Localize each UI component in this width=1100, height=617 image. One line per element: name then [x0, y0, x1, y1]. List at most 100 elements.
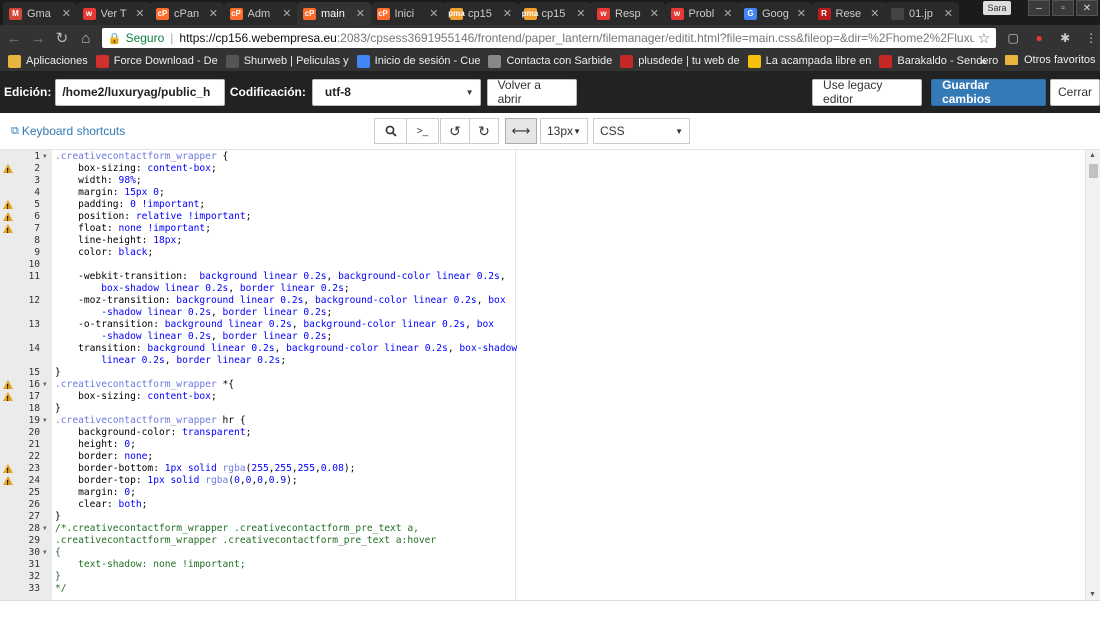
keyboard-shortcuts-link[interactable]: ⧉ Keyboard shortcuts: [11, 124, 125, 138]
bookmark-item[interactable]: Shurweb | Peliculas y: [225, 54, 349, 68]
scroll-down-icon[interactable]: ▼: [1089, 591, 1096, 598]
code-text: clear: both;: [55, 499, 148, 510]
code-text: /*.creativecontactform_wrapper .creative…: [55, 523, 419, 534]
maximize-button[interactable]: ▫: [1052, 0, 1074, 16]
code-line: -shadow linear 0.2s, border linear 0.2s;: [0, 331, 1085, 343]
profile-chip[interactable]: Sara: [983, 1, 1011, 15]
code-line: 31 text-shadow: none !important;: [0, 559, 1085, 571]
lock-icon: 🔒: [107, 32, 122, 45]
secure-label: Seguro: [125, 31, 165, 45]
browser-tab-label: Probl: [688, 7, 715, 20]
code-text: .creativecontactform_wrapper .creativeco…: [55, 535, 437, 546]
code-editor[interactable]: 1▼.creativecontactform_wrapper {2 box-si…: [0, 150, 1100, 600]
code-text: line-height: 18px;: [55, 235, 183, 246]
wrap-toggle-button[interactable]: ⟷: [505, 118, 537, 144]
file-path-field[interactable]: /home2/luxuryag/public_h: [55, 78, 225, 106]
browser-tab[interactable]: w Resp ✕: [591, 2, 665, 25]
syntax-mode-select[interactable]: CSS ▼: [593, 118, 690, 144]
forward-icon[interactable]: →: [28, 28, 48, 48]
close-icon[interactable]: ✕: [576, 7, 585, 20]
browser-tab[interactable]: R Rese ✕: [811, 2, 886, 25]
code-line: 30 ▼ {: [0, 547, 1085, 559]
line-number: 15: [28, 367, 40, 378]
browser-tab[interactable]: 01.jp ✕: [885, 2, 959, 25]
opera-extension-icon[interactable]: ●: [1030, 29, 1048, 47]
bookmark-item[interactable]: plusdede | tu web de: [620, 54, 740, 68]
window-controls: – ▫ ✕: [1028, 0, 1098, 16]
save-changes-button[interactable]: Guardar cambios: [931, 78, 1046, 106]
search-button[interactable]: [374, 118, 407, 144]
browser-tab[interactable]: G Goog ✕: [738, 2, 812, 25]
edit-path-label: Edición:: [4, 85, 52, 99]
bookmark-star-icon[interactable]: ☆: [978, 30, 991, 47]
close-icon[interactable]: ✕: [870, 7, 879, 20]
browser-tab[interactable]: w Probl ✕: [664, 2, 739, 25]
browser-tab[interactable]: cP main ✕: [297, 2, 371, 25]
bookmarks-overflow-button[interactable]: »: [980, 54, 987, 68]
close-icon[interactable]: ✕: [723, 7, 732, 20]
browser-tab[interactable]: cP cPan ✕: [150, 2, 224, 25]
bookmark-item[interactable]: Contacta con Sarbide: [488, 54, 612, 68]
home-icon[interactable]: ⌂: [76, 28, 96, 48]
close-icon[interactable]: ✕: [62, 7, 71, 20]
puzzle-extension-icon[interactable]: ✱: [1056, 29, 1074, 47]
bookmark-item[interactable]: La acampada libre en: [747, 54, 871, 68]
browser-tab[interactable]: M Gma ✕: [3, 2, 77, 25]
code-line: 32}: [0, 571, 1085, 583]
browser-tab[interactable]: pma cp15 ✕: [517, 2, 592, 25]
bookmark-item[interactable]: Force Download - De: [95, 54, 218, 68]
browser-tab[interactable]: pma cp15 ✕: [444, 2, 518, 25]
encoding-label: Codificación:: [229, 85, 306, 99]
close-icon[interactable]: ✕: [209, 7, 218, 20]
extension-icon[interactable]: ▢: [1004, 29, 1022, 47]
vertical-scrollbar[interactable]: ▲ ▼: [1085, 150, 1100, 600]
menu-kebab-icon[interactable]: ⋮: [1082, 29, 1100, 47]
line-number: 31: [28, 559, 40, 570]
browser-tab-label: cp15: [541, 7, 566, 20]
close-icon[interactable]: ✕: [135, 7, 144, 20]
undo-button[interactable]: ↺: [440, 118, 470, 144]
close-icon[interactable]: ✕: [650, 7, 659, 20]
close-editor-button[interactable]: Cerrar: [1050, 78, 1100, 106]
close-icon[interactable]: ✕: [944, 7, 953, 20]
browser-tab[interactable]: w Ver T ✕: [76, 2, 151, 25]
line-number: 30: [28, 547, 40, 558]
fold-arrow-icon[interactable]: ▼: [43, 151, 47, 163]
fold-arrow-icon[interactable]: ▼: [43, 415, 47, 427]
close-icon[interactable]: ✕: [282, 7, 291, 20]
other-bookmarks-folder[interactable]: Otros favoritos: [1005, 54, 1096, 66]
cpanel-icon: cP: [303, 7, 316, 20]
browser-tab[interactable]: cP Inici ✕: [370, 2, 445, 25]
shurweb-icon: [225, 54, 239, 68]
fold-arrow-icon[interactable]: ▼: [43, 523, 47, 535]
browser-tab[interactable]: cP Adm ✕: [223, 2, 298, 25]
legacy-editor-button[interactable]: Use legacy editor: [812, 78, 923, 106]
code-line: 15}: [0, 367, 1085, 379]
encoding-select[interactable]: utf-8 ▼: [311, 78, 481, 106]
close-icon[interactable]: ✕: [797, 7, 806, 20]
scroll-up-icon[interactable]: ▲: [1089, 152, 1096, 159]
url-input[interactable]: 🔒 Seguro | https://cp156.webempresa.eu :…: [101, 28, 997, 48]
close-window-button[interactable]: ✕: [1076, 0, 1098, 16]
fold-arrow-icon[interactable]: ▼: [43, 547, 47, 559]
bookmark-item[interactable]: Aplicaciones: [8, 54, 88, 68]
goto-line-button[interactable]: >_: [406, 118, 439, 144]
close-icon[interactable]: ✕: [503, 7, 512, 20]
redo-button[interactable]: ↻: [469, 118, 499, 144]
close-icon[interactable]: ✕: [356, 7, 365, 20]
code-text: height: 0;: [55, 439, 136, 450]
minimize-button[interactable]: –: [1028, 0, 1050, 16]
code-line: 5 padding: 0 !important;: [0, 199, 1085, 213]
reopen-button[interactable]: Volver a abrir: [486, 78, 578, 106]
reload-icon[interactable]: ↻: [52, 28, 72, 48]
fold-arrow-icon[interactable]: ▼: [43, 379, 47, 391]
code-text: width: 98%;: [55, 175, 142, 186]
scrollbar-thumb[interactable]: [1089, 164, 1098, 178]
code-text: float: none !important;: [55, 223, 211, 234]
close-icon[interactable]: ✕: [429, 7, 438, 20]
font-size-select[interactable]: 13px ▼: [540, 118, 588, 144]
bookmark-item[interactable]: Inicio de sesión - Cue: [356, 54, 480, 68]
back-icon[interactable]: ←: [4, 28, 24, 48]
line-number: 33: [28, 583, 40, 594]
bookmark-label: Aplicaciones: [26, 55, 88, 67]
